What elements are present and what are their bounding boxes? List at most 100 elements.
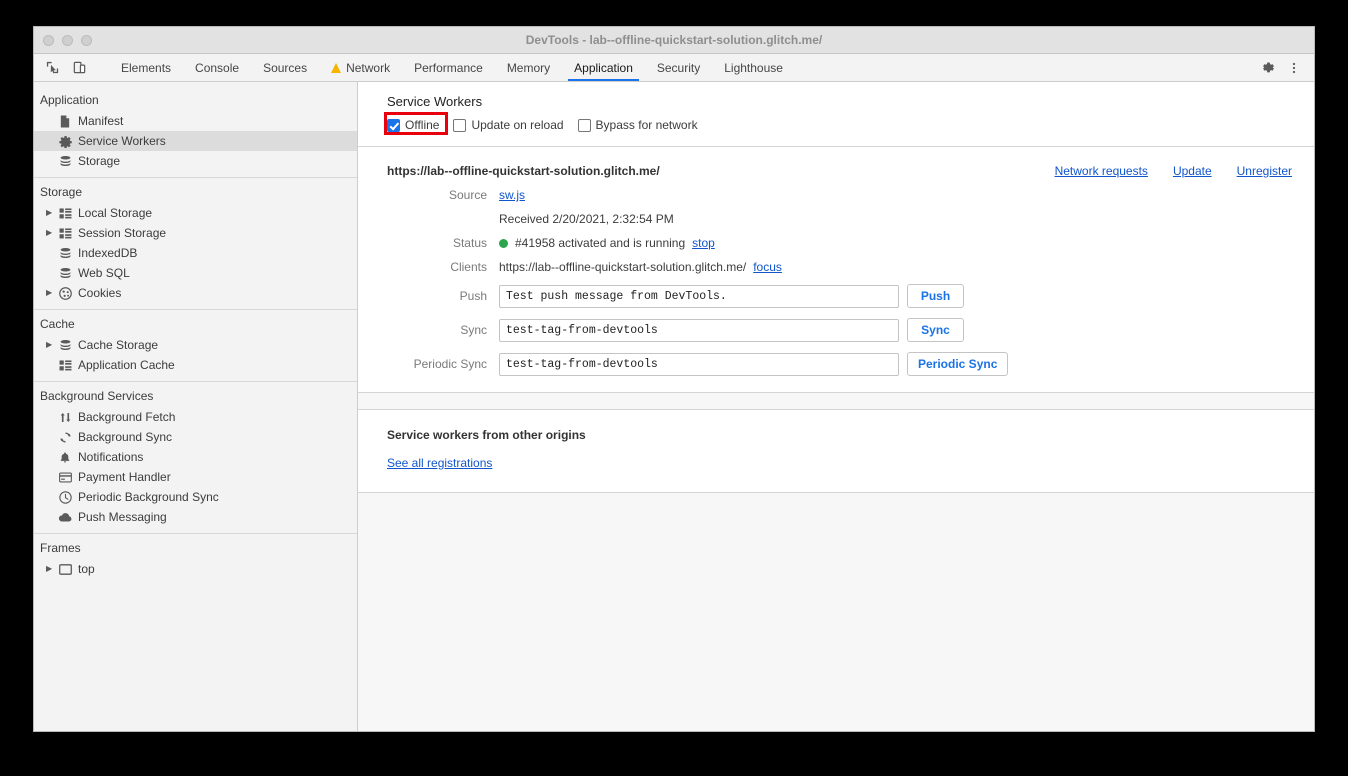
database-icon bbox=[57, 154, 73, 168]
source-row: Source sw.js bbox=[358, 188, 1314, 202]
gear-icon[interactable] bbox=[1256, 57, 1280, 79]
status-indicator-icon bbox=[499, 239, 508, 248]
expand-arrow-icon[interactable]: ▶ bbox=[46, 565, 57, 573]
periodic-sync-button[interactable]: Periodic Sync bbox=[907, 352, 1008, 376]
status-text: #41958 activated and is running bbox=[515, 236, 685, 250]
tab-label: Lighthouse bbox=[724, 61, 783, 75]
arrows-up-down-icon bbox=[57, 410, 73, 424]
update-link[interactable]: Update bbox=[1173, 164, 1212, 178]
tab-elements[interactable]: Elements bbox=[109, 54, 183, 81]
sidebar-item-top[interactable]: ▶ top bbox=[34, 559, 357, 579]
source-file-link[interactable]: sw.js bbox=[499, 188, 525, 202]
sync-row: Sync Sync bbox=[358, 318, 1314, 342]
periodic-sync-input[interactable] bbox=[499, 353, 899, 376]
sidebar-item-payment-handler[interactable]: ▶Payment Handler bbox=[34, 467, 357, 487]
tab-label: Console bbox=[195, 61, 239, 75]
tab-label: Performance bbox=[414, 61, 483, 75]
update-on-reload-checkbox[interactable]: Update on reload bbox=[453, 118, 563, 132]
sidebar-group-divider bbox=[34, 177, 357, 178]
bypass-for-network-checkbox-box[interactable] bbox=[578, 119, 591, 132]
database-icon bbox=[57, 266, 73, 280]
table-icon bbox=[57, 206, 73, 220]
expand-arrow-icon[interactable]: ▶ bbox=[46, 209, 57, 217]
focus-link[interactable]: focus bbox=[753, 260, 782, 274]
expand-arrow-icon[interactable]: ▶ bbox=[46, 289, 57, 297]
sidebar-item-cookies[interactable]: ▶Cookies bbox=[34, 283, 357, 303]
see-all-registrations-link[interactable]: See all registrations bbox=[387, 456, 492, 470]
sidebar-item-storage[interactable]: ▶Storage bbox=[34, 151, 357, 171]
stop-link[interactable]: stop bbox=[692, 236, 715, 250]
expand-arrow-icon[interactable]: ▶ bbox=[46, 229, 57, 237]
tab-performance[interactable]: Performance bbox=[402, 54, 495, 81]
inspect-element-icon[interactable] bbox=[40, 57, 64, 79]
sidebar-item-session-storage[interactable]: ▶ Session Storage bbox=[34, 223, 357, 243]
tab-network[interactable]: Network bbox=[319, 54, 402, 81]
more-vertical-icon[interactable] bbox=[1282, 57, 1306, 79]
sidebar-item-service-workers[interactable]: ▶Service Workers bbox=[34, 131, 357, 151]
tab-console[interactable]: Console bbox=[183, 54, 251, 81]
cloud-icon bbox=[57, 510, 73, 524]
push-input[interactable] bbox=[499, 285, 899, 308]
credit-card-icon bbox=[57, 470, 73, 484]
table-icon bbox=[57, 358, 73, 372]
bypass-for-network-label: Bypass for network bbox=[596, 118, 698, 132]
sidebar-item-label: Session Storage bbox=[78, 226, 166, 240]
sidebar-item-manifest[interactable]: ▶Manifest bbox=[34, 111, 357, 131]
device-toolbar-icon[interactable] bbox=[67, 57, 91, 79]
tab-sources[interactable]: Sources bbox=[251, 54, 319, 81]
title-bar: DevTools - lab--offline-quickstart-solut… bbox=[34, 27, 1314, 54]
sidebar-item-application-cache[interactable]: ▶Application Cache bbox=[34, 355, 357, 375]
sync-label: Sync bbox=[387, 323, 499, 337]
received-timestamp: Received 2/20/2021, 2:32:54 PM bbox=[499, 212, 674, 226]
sidebar-item-periodic-background-sync[interactable]: ▶Periodic Background Sync bbox=[34, 487, 357, 507]
tab-security[interactable]: Security bbox=[645, 54, 712, 81]
other-origins-title: Service workers from other origins bbox=[387, 428, 1314, 442]
offline-checkbox-box[interactable] bbox=[387, 119, 400, 132]
push-button[interactable]: Push bbox=[907, 284, 964, 308]
network-requests-link[interactable]: Network requests bbox=[1055, 164, 1148, 178]
tab-lighthouse[interactable]: Lighthouse bbox=[712, 54, 795, 81]
sw-options-row: Offline Update on reload Bypass for netw… bbox=[358, 109, 1314, 132]
sidebar-item-background-fetch[interactable]: ▶Background Fetch bbox=[34, 407, 357, 427]
sidebar-group-divider bbox=[34, 309, 357, 310]
sidebar-item-background-sync[interactable]: ▶Background Sync bbox=[34, 427, 357, 447]
sidebar-item-label: IndexedDB bbox=[78, 246, 137, 260]
other-origins-section: Service workers from other origins See a… bbox=[358, 410, 1314, 472]
sync-input[interactable] bbox=[499, 319, 899, 342]
sidebar-item-notifications[interactable]: ▶Notifications bbox=[34, 447, 357, 467]
warning-triangle-icon bbox=[331, 63, 341, 73]
sidebar-item-indexeddb[interactable]: ▶IndexedDB bbox=[34, 243, 357, 263]
offline-checkbox[interactable]: Offline bbox=[387, 118, 439, 132]
sidebar-item-label: Web SQL bbox=[78, 266, 130, 280]
tab-list: Elements Console SourcesNetwork Performance… bbox=[109, 54, 1239, 81]
offline-checkbox-label: Offline bbox=[405, 118, 439, 132]
sidebar-item-label: Push Messaging bbox=[78, 510, 167, 524]
tab-application[interactable]: Application bbox=[562, 54, 645, 81]
registration-scope-url: https://lab--offline-quickstart-solution… bbox=[387, 164, 660, 178]
sidebar-item-local-storage[interactable]: ▶ Local Storage bbox=[34, 203, 357, 223]
clients-label: Clients bbox=[387, 260, 499, 274]
sidebar-item-label: Payment Handler bbox=[78, 470, 171, 484]
window-title: DevTools - lab--offline-quickstart-solut… bbox=[34, 33, 1314, 47]
sync-button[interactable]: Sync bbox=[907, 318, 964, 342]
sidebar-item-push-messaging[interactable]: ▶Push Messaging bbox=[34, 507, 357, 527]
sidebar-item-label: Local Storage bbox=[78, 206, 152, 220]
expand-arrow-icon[interactable]: ▶ bbox=[46, 341, 57, 349]
update-on-reload-checkbox-box[interactable] bbox=[453, 119, 466, 132]
application-sidebar: Application▶Manifest▶Service Workers▶Sto… bbox=[34, 82, 358, 731]
clock-icon bbox=[57, 490, 73, 504]
registration-header: https://lab--offline-quickstart-solution… bbox=[358, 147, 1314, 178]
tab-memory[interactable]: Memory bbox=[495, 54, 562, 81]
database-icon bbox=[57, 246, 73, 260]
sidebar-item-cache-storage[interactable]: ▶Cache Storage bbox=[34, 335, 357, 355]
status-label: Status bbox=[387, 236, 499, 250]
sidebar-item-label: top bbox=[78, 562, 95, 576]
sidebar-group-title: Background Services bbox=[34, 384, 357, 407]
sidebar-item-web-sql[interactable]: ▶Web SQL bbox=[34, 263, 357, 283]
bypass-for-network-checkbox[interactable]: Bypass for network bbox=[578, 118, 698, 132]
sidebar-item-label: Periodic Background Sync bbox=[78, 490, 219, 504]
unregister-link[interactable]: Unregister bbox=[1237, 164, 1292, 178]
tab-label: Elements bbox=[121, 61, 171, 75]
gear-icon bbox=[57, 134, 73, 148]
sidebar-group-divider bbox=[34, 381, 357, 382]
